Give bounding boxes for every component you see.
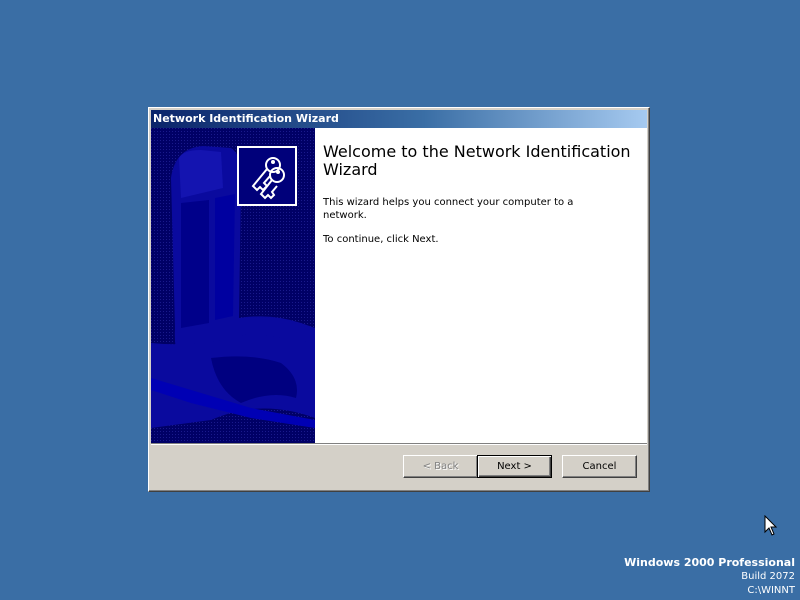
wizard-content: Welcome to the Network Identification Wi… [323, 128, 639, 246]
wizard-side-banner [151, 128, 315, 443]
button-area-divider [151, 443, 647, 445]
product-name: Windows 2000 Professional [624, 556, 795, 569]
keys-icon [237, 146, 297, 206]
system-path: C:\WINNT [747, 585, 795, 596]
wizard-description: This wizard helps you connect your compu… [323, 197, 574, 221]
wizard-body: Welcome to the Network Identification Wi… [151, 128, 647, 443]
back-button[interactable]: < Back [403, 455, 478, 478]
desktop-version-watermark: Windows 2000 Professional Build 2072 C:\… [624, 556, 795, 598]
wizard-window: Network Identification Wizard Welcome to… [148, 107, 650, 492]
window-title-bar[interactable]: Network Identification Wizard [151, 110, 647, 128]
window-title: Network Identification Wizard [153, 112, 339, 125]
wizard-instruction: To continue, click Next. [323, 234, 439, 245]
build-number: Build 2072 [741, 571, 795, 582]
next-button[interactable]: Next > [477, 455, 552, 478]
cancel-button[interactable]: Cancel [562, 455, 637, 478]
wizard-heading: Welcome to the Network Identification Wi… [323, 142, 631, 179]
mouse-cursor-icon [764, 514, 778, 541]
